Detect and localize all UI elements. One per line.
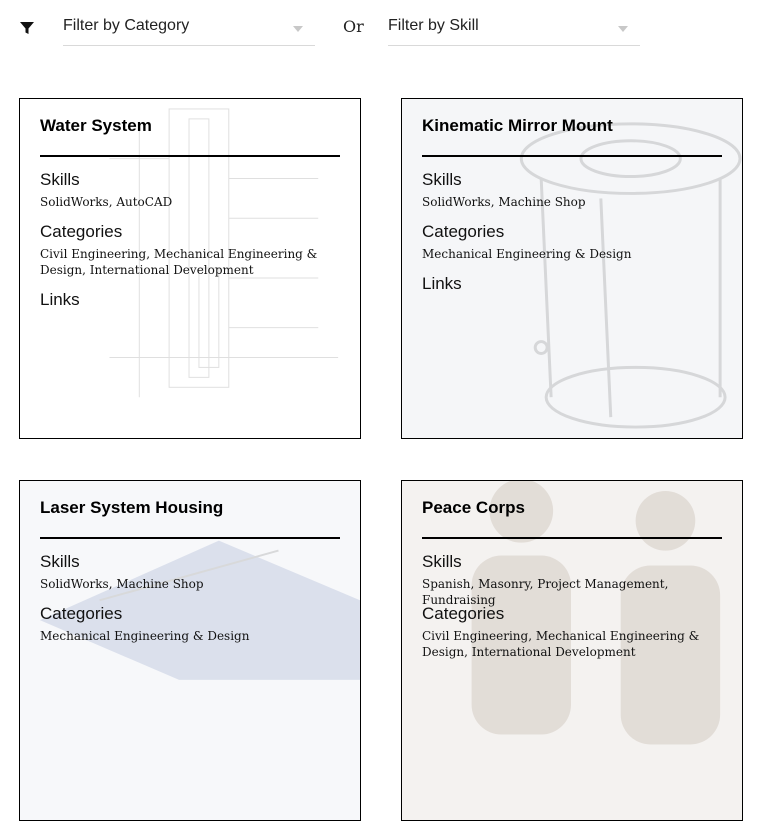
categories-heading: Categories: [422, 604, 505, 623]
skill-filter-label: Filter by Skill: [388, 17, 479, 34]
category-filter-label: Filter by Category: [63, 17, 190, 34]
filter-bar: Filter by Category Or Filter by Skill: [0, 0, 775, 60]
categories-text: Civil Engineering, Mechanical Engineerin…: [40, 247, 318, 277]
categories-heading: Categories: [40, 222, 123, 241]
categories-text: Civil Engineering, Mechanical Engineerin…: [422, 629, 700, 659]
title-divider: [422, 537, 722, 539]
category-filter-select[interactable]: Filter by Category: [63, 10, 315, 46]
skills-heading: Skills: [422, 552, 462, 571]
title-divider: [422, 155, 722, 157]
skills-heading: Skills: [40, 170, 80, 189]
mirror-mount-render-image: [519, 122, 742, 429]
skills-text: SolidWorks, Machine Shop: [40, 577, 204, 591]
project-card-peace-corps[interactable]: Peace Corps Skills Spanish, Masonry, Pro…: [401, 480, 743, 821]
card-title: Water System: [40, 116, 152, 135]
title-divider: [40, 155, 340, 157]
project-card-kinematic-mirror-mount[interactable]: Kinematic Mirror Mount Skills SolidWorks…: [401, 98, 743, 439]
categories-heading: Categories: [40, 604, 123, 623]
links-heading: Links: [422, 274, 462, 293]
card-title: Kinematic Mirror Mount: [422, 116, 613, 135]
card-title: Laser System Housing: [40, 498, 224, 517]
filter-icon: [20, 22, 34, 34]
card-title: Peace Corps: [422, 498, 525, 517]
chevron-down-icon: [293, 26, 303, 32]
title-divider: [40, 537, 340, 539]
or-label: Or: [343, 17, 364, 36]
project-card-laser-system-housing[interactable]: Laser System Housing Skills SolidWorks, …: [19, 480, 361, 821]
categories-text: Mechanical Engineering & Design: [40, 629, 250, 643]
links-heading: Links: [40, 290, 80, 309]
laser-housing-render-image: [39, 540, 360, 680]
skills-heading: Skills: [40, 552, 80, 571]
categories-text: Mechanical Engineering & Design: [422, 247, 632, 261]
skills-heading: Skills: [422, 170, 462, 189]
categories-heading: Categories: [422, 222, 505, 241]
skills-text: SolidWorks, AutoCAD: [40, 195, 173, 209]
skill-filter-select[interactable]: Filter by Skill: [388, 10, 640, 46]
skills-text: SolidWorks, Machine Shop: [422, 195, 586, 209]
project-card-water-system[interactable]: Water System Skills SolidWorks, AutoCAD …: [19, 98, 361, 439]
chevron-down-icon: [618, 26, 628, 32]
